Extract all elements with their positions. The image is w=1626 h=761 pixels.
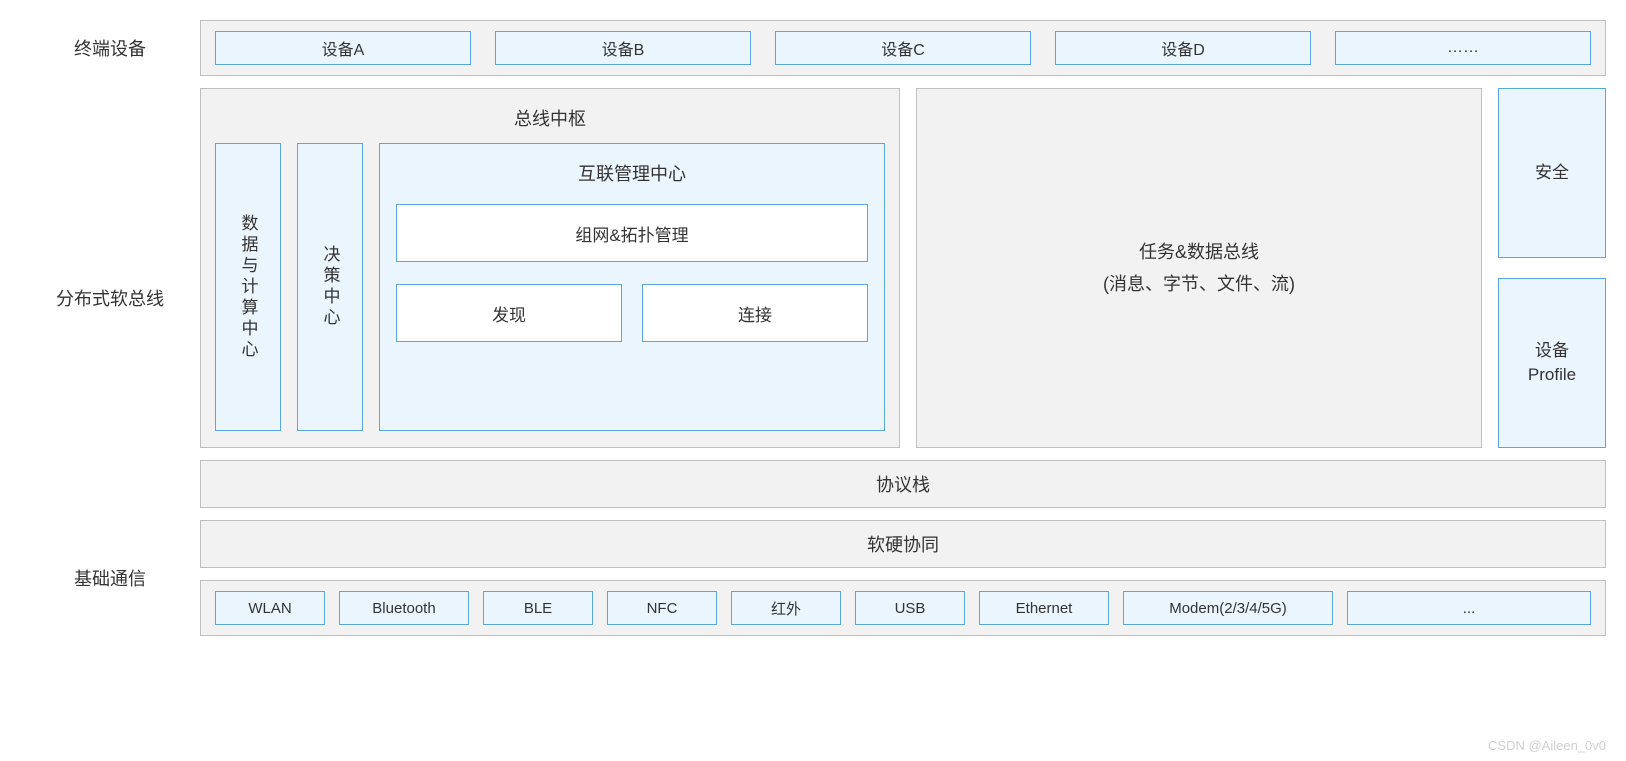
discover-box: 发现 xyxy=(396,284,622,342)
right-stack: 安全 设备 Profile xyxy=(1498,88,1606,448)
bus-label: 分布式软总线 xyxy=(20,88,200,508)
watermark: CSDN @Aileen_0v0 xyxy=(1488,738,1606,753)
proto-bluetooth: Bluetooth xyxy=(339,591,469,625)
bus-row: 分布式软总线 总线中枢 数据与计算中心 决策中心 互联管理中心 组网&拓扑管理 … xyxy=(20,88,1606,508)
device-box: 设备B xyxy=(495,31,751,65)
device-box-more: …… xyxy=(1335,31,1591,65)
hw-sw-coop: 软硬协同 xyxy=(200,520,1606,568)
data-compute-center: 数据与计算中心 xyxy=(215,143,281,431)
interconnect-center: 互联管理中心 组网&拓扑管理 发现 连接 xyxy=(379,143,885,431)
comm-row: 基础通信 软硬协同 WLAN Bluetooth BLE NFC 红外 USB … xyxy=(20,520,1606,636)
task-bus-line2: (消息、字节、文件、流) xyxy=(1103,268,1295,300)
proto-modem: Modem(2/3/4/5G) xyxy=(1123,591,1333,625)
security-box: 安全 xyxy=(1498,88,1606,258)
proto-ethernet: Ethernet xyxy=(979,591,1109,625)
comm-label: 基础通信 xyxy=(20,520,200,636)
device-box: 设备C xyxy=(775,31,1031,65)
devices-row: 终端设备 设备A 设备B 设备C 设备D …… xyxy=(20,20,1606,76)
interconnect-title: 互联管理中心 xyxy=(396,160,868,186)
proto-ir: 红外 xyxy=(731,591,841,625)
proto-more: ... xyxy=(1347,591,1591,625)
proto-ble: BLE xyxy=(483,591,593,625)
decision-center: 决策中心 xyxy=(297,143,363,431)
devices-container: 设备A 设备B 设备C 设备D …… xyxy=(200,20,1606,76)
topo-mgmt: 组网&拓扑管理 xyxy=(396,204,868,262)
task-bus-line1: 任务&数据总线 xyxy=(1139,236,1259,268)
proto-usb: USB xyxy=(855,591,965,625)
devices-label: 终端设备 xyxy=(20,20,200,76)
device-box: 设备D xyxy=(1055,31,1311,65)
proto-nfc: NFC xyxy=(607,591,717,625)
proto-wlan: WLAN xyxy=(215,591,325,625)
device-box: 设备A xyxy=(215,31,471,65)
bus-hub: 总线中枢 数据与计算中心 决策中心 互联管理中心 组网&拓扑管理 发现 连接 xyxy=(200,88,900,448)
protocol-stack: 协议栈 xyxy=(200,460,1606,508)
task-data-bus: 任务&数据总线 (消息、字节、文件、流) xyxy=(916,88,1482,448)
connect-box: 连接 xyxy=(642,284,868,342)
device-profile-box: 设备 Profile xyxy=(1498,278,1606,448)
protocols-container: WLAN Bluetooth BLE NFC 红外 USB Ethernet M… xyxy=(200,580,1606,636)
bus-hub-title: 总线中枢 xyxy=(215,105,885,131)
